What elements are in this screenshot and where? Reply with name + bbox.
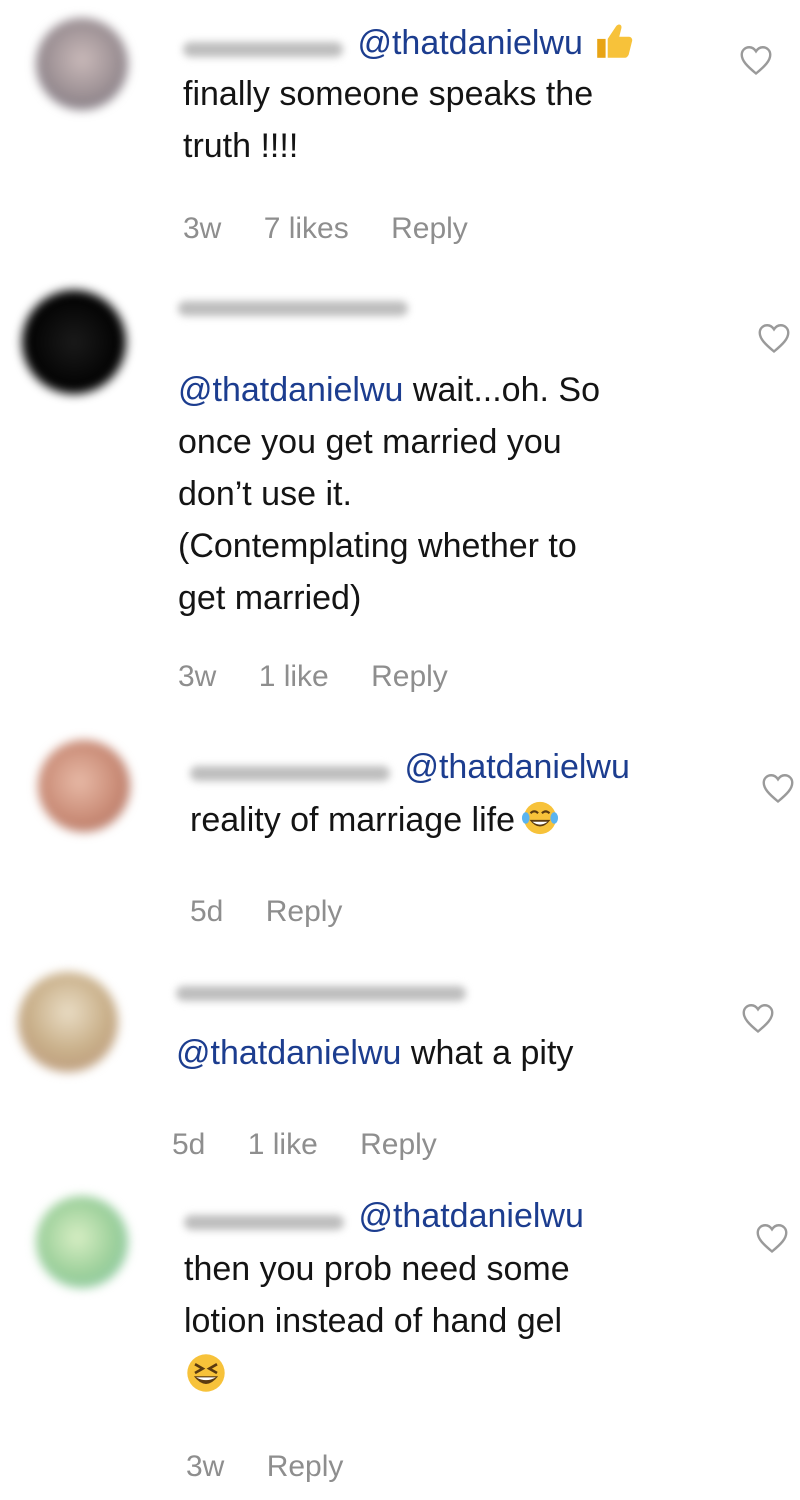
comment-text: then you prob need some lotion instead o…: [184, 1250, 570, 1340]
mention-link[interactable]: @thatdanielwu: [176, 1034, 401, 1072]
username-blurred[interactable]: [178, 301, 408, 317]
username-blurred[interactable]: [184, 1215, 344, 1231]
heart-icon[interactable]: [756, 320, 792, 356]
reply-button[interactable]: Reply: [360, 1128, 437, 1161]
comment-age: 5d: [172, 1128, 206, 1161]
likes-count[interactable]: 1 like: [259, 660, 329, 693]
mention-link[interactable]: @thatdanielwu: [404, 748, 629, 786]
likes-count[interactable]: 7 likes: [264, 212, 349, 245]
comment-text: finally someone speaks the truth !!!!: [183, 75, 594, 165]
likes-count[interactable]: 1 like: [248, 1128, 318, 1161]
reply-button[interactable]: Reply: [371, 660, 448, 693]
mention-link[interactable]: @thatdanielwu: [357, 24, 582, 62]
username-blurred[interactable]: [183, 42, 343, 58]
username-blurred[interactable]: [190, 766, 390, 782]
comment-text: reality of marriage life: [190, 794, 710, 846]
comment-meta: 3w 7 likes Reply: [183, 212, 502, 246]
comment-text: @thatdanielwu wait...oh. So once you get…: [178, 371, 600, 617]
heart-icon[interactable]: [760, 770, 796, 806]
thumbs-up-icon: [597, 24, 633, 58]
comment-age: 3w: [186, 1450, 225, 1483]
avatar[interactable]: [36, 18, 128, 110]
username-blurred[interactable]: [176, 986, 466, 1002]
heart-icon[interactable]: [740, 1000, 776, 1036]
heart-icon[interactable]: [738, 42, 774, 78]
heart-icon[interactable]: [754, 1220, 790, 1256]
comment-meta: 5d 1 like Reply: [172, 1128, 471, 1162]
comment-meta: 3w 1 like Reply: [178, 660, 482, 694]
avatar[interactable]: [18, 972, 118, 1072]
mention-link[interactable]: @thatdanielwu: [358, 1197, 583, 1235]
comment-text: @thatdanielwu what a pity: [176, 1034, 574, 1072]
comment-age: 3w: [183, 212, 222, 245]
mention-link[interactable]: @thatdanielwu: [178, 371, 403, 409]
comment-age: 3w: [178, 660, 217, 693]
comment-age: 5d: [190, 895, 224, 928]
grinning-squinting-icon: [187, 1354, 225, 1392]
comment-meta: 3w Reply: [186, 1450, 377, 1484]
reply-button[interactable]: Reply: [391, 212, 468, 245]
reply-button[interactable]: Reply: [267, 1450, 344, 1483]
avatar[interactable]: [36, 1196, 128, 1288]
avatar[interactable]: [22, 290, 126, 394]
tears-of-joy-icon: [521, 801, 559, 835]
avatar[interactable]: [38, 740, 130, 832]
reply-button[interactable]: Reply: [266, 895, 343, 928]
comment-meta: 5d Reply: [190, 895, 376, 929]
